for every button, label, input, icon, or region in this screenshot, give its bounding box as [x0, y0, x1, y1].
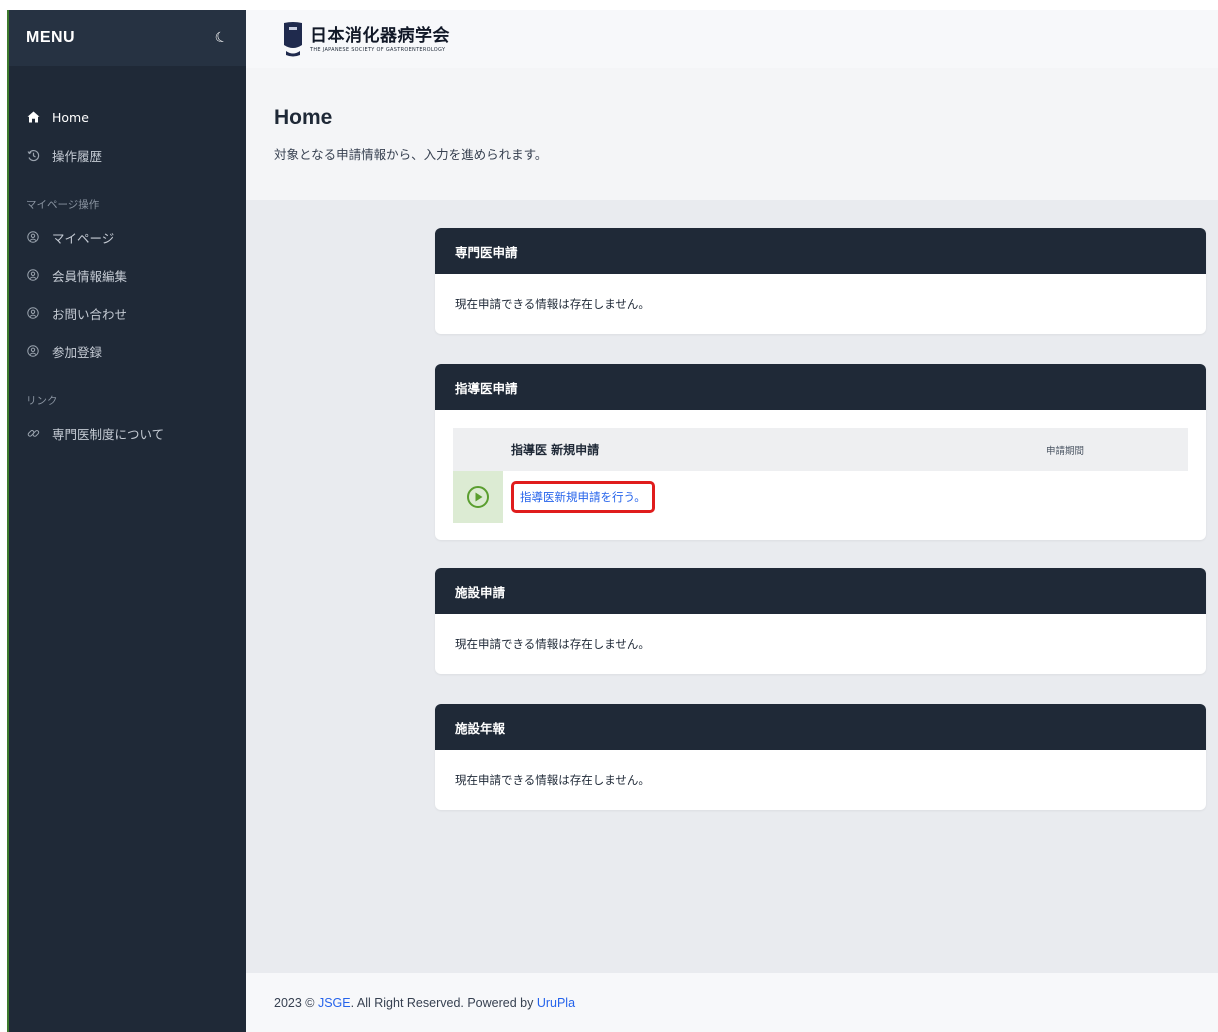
footer-jsge-link[interactable]: JSGE: [318, 996, 351, 1010]
home-icon: [26, 111, 40, 123]
footer-urupla-link[interactable]: UruPla: [537, 996, 575, 1010]
sidebar-item-specialist-system[interactable]: 専門医制度について: [9, 414, 246, 452]
card-title: 指導医申請: [435, 364, 1206, 410]
sidebar-item-mypage[interactable]: マイページ: [9, 218, 246, 256]
footer-copyright: 2023 ©: [274, 995, 318, 1010]
top-header: 日本消化器病学会 THE JAPANESE SOCIETY OF GASTROE…: [246, 10, 1218, 68]
sidebar-nav: Home 操作履歴 マイページ操作 マイページ 会員情報編集 お問い合わせ 参加…: [9, 66, 246, 452]
sidebar-item-label: お問い合わせ: [52, 306, 128, 322]
logo-japanese-name: 日本消化器病学会: [310, 25, 450, 46]
sidebar-section-mypage: マイページ操作: [26, 199, 100, 211]
sidebar-item-home[interactable]: Home: [9, 98, 246, 136]
sidebar-header: MENU ☾: [9, 10, 246, 66]
moon-icon[interactable]: ☾: [213, 28, 230, 47]
new-instructor-application-link[interactable]: 指導医新規申請を行う。: [511, 481, 655, 513]
logo-emblem-icon: [284, 22, 302, 57]
card-title: 施設申請: [435, 568, 1206, 614]
history-icon: [26, 149, 40, 162]
sidebar-item-label: 参加登録: [52, 344, 103, 360]
sidebar-item-label: 専門医制度について: [52, 426, 165, 442]
sidebar-title: MENU: [26, 29, 76, 46]
sidebar-item-registration[interactable]: 参加登録: [9, 332, 246, 370]
site-logo[interactable]: 日本消化器病学会 THE JAPANESE SOCIETY OF GASTROE…: [282, 21, 450, 57]
sidebar-item-label: Home: [52, 109, 89, 125]
sidebar: MENU ☾ Home 操作履歴 マイページ操作 マイページ 会員情報編集 お問…: [7, 10, 246, 1032]
link-icon: [26, 427, 40, 440]
circle-user-icon: [26, 231, 40, 243]
empty-message: 現在申請できる情報は存在しません。: [455, 637, 650, 651]
sidebar-item-contact[interactable]: お問い合わせ: [9, 294, 246, 332]
card-title: 施設年報: [435, 704, 1206, 750]
card-facility-application: 施設申請 現在申請できる情報は存在しません。: [435, 568, 1206, 674]
empty-message: 現在申請できる情報は存在しません。: [455, 297, 650, 311]
sidebar-item-label: 会員情報編集: [52, 268, 128, 284]
page-header: Home 対象となる申請情報から、入力を進められます。: [246, 68, 1218, 200]
play-cell[interactable]: [453, 471, 503, 523]
circle-user-icon: [26, 307, 40, 319]
card-title: 専門医申請: [435, 228, 1206, 274]
circle-user-icon: [26, 269, 40, 281]
card-instructor-application: 指導医申請 指導医 新規申請 申請期間 指導医新規申請を行う。: [435, 364, 1206, 540]
page-title: Home: [274, 106, 333, 129]
table-row: 指導医新規申請を行う。: [453, 471, 1188, 523]
empty-message: 現在申請できる情報は存在しません。: [455, 773, 650, 787]
sidebar-item-label: 操作履歴: [52, 148, 103, 164]
play-circle-icon: [467, 486, 489, 508]
footer: 2023 © JSGE . All Right Reserved. Powere…: [246, 973, 1218, 1032]
table-header-row: 指導医 新規申請 申請期間: [453, 428, 1188, 471]
application-table: 指導医 新規申請 申請期間 指導医新規申請を行う。: [453, 428, 1188, 523]
logo-english-name: THE JAPANESE SOCIETY OF GASTROENTEROLOGY: [310, 46, 446, 53]
footer-rights-text: . All Right Reserved. Powered by: [350, 995, 537, 1010]
sidebar-section-links: リンク: [26, 395, 58, 407]
table-header-period: 申請期間: [1046, 445, 1085, 457]
page-subtitle: 対象となる申請情報から、入力を進められます。: [274, 147, 548, 162]
sidebar-item-label: マイページ: [52, 230, 115, 246]
card-facility-annual-report: 施設年報 現在申請できる情報は存在しません。: [435, 704, 1206, 810]
table-header-application: 指導医 新規申請: [511, 443, 600, 457]
frame-top: [0, 0, 1218, 10]
sidebar-item-history[interactable]: 操作履歴: [9, 136, 246, 174]
main-content: 専門医申請 現在申請できる情報は存在しません。 指導医申請 指導医 新規申請 申…: [246, 200, 1218, 973]
sidebar-item-member-edit[interactable]: 会員情報編集: [9, 256, 246, 294]
circle-user-icon: [26, 345, 40, 357]
frame-left: [0, 0, 7, 1032]
card-specialist-application: 専門医申請 現在申請できる情報は存在しません。: [435, 228, 1206, 334]
